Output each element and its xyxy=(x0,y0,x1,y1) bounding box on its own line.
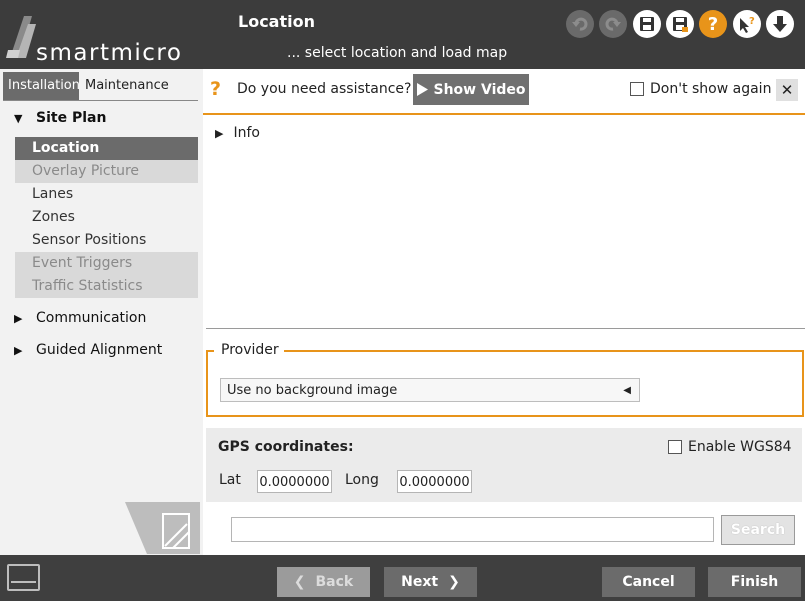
download-button[interactable] xyxy=(766,10,794,38)
page-title: Location xyxy=(238,12,315,31)
chevron-right-icon: ❯ xyxy=(448,574,460,590)
redo-button[interactable] xyxy=(599,10,627,38)
close-assistance-button[interactable]: ✕ xyxy=(776,79,798,101)
download-icon xyxy=(773,16,787,32)
redo-icon xyxy=(605,17,621,31)
back-label: Back xyxy=(315,574,354,590)
nav-group-guided-alignment[interactable]: ▶ Guided Alignment xyxy=(14,342,162,358)
enable-wgs84-checkbox[interactable] xyxy=(668,440,682,454)
nav-group-label: Communication xyxy=(36,310,147,326)
chevron-right-icon: ▶ xyxy=(215,127,224,140)
context-help-icon: ? xyxy=(740,16,755,33)
nav-group-label: Site Plan xyxy=(36,110,107,126)
sidebar-item-event-triggers: Event Triggers xyxy=(15,252,198,275)
sidebar-item-overlay-picture: Overlay Picture xyxy=(15,160,198,183)
svg-text:?: ? xyxy=(749,16,755,27)
long-label: Long xyxy=(345,472,379,488)
dropdown-arrow-icon: ◀ xyxy=(623,385,631,396)
question-mark-icon: ? xyxy=(210,78,222,100)
tab-maintenance[interactable]: Maintenance xyxy=(80,72,174,100)
sidebar-item-lanes[interactable]: Lanes xyxy=(15,183,198,206)
chevron-left-icon: ❮ xyxy=(293,574,306,590)
search-button[interactable]: Search xyxy=(721,515,795,545)
info-label: Info xyxy=(233,125,260,141)
corner-decoration-icon xyxy=(125,502,200,554)
page-subtitle: ... select location and load map xyxy=(287,45,508,61)
save-as-button[interactable] xyxy=(666,10,694,38)
play-icon xyxy=(416,83,428,96)
long-input[interactable]: 0.0000000 xyxy=(397,470,472,493)
dont-show-again-option[interactable]: Don't show again xyxy=(630,81,771,97)
nav-group-site-plan[interactable]: ▼ Site Plan xyxy=(14,110,106,126)
chevron-right-icon: ▶ xyxy=(14,344,23,357)
footer-bar: ❮ Back Next ❯ Cancel Finish xyxy=(0,555,805,601)
sidebar-item-location[interactable]: Location xyxy=(15,137,198,160)
gps-title: GPS coordinates xyxy=(218,439,348,455)
dont-show-again-checkbox[interactable] xyxy=(630,82,644,96)
show-video-label: Show Video xyxy=(433,81,526,98)
info-expander[interactable]: ▶ Info xyxy=(215,125,260,141)
divider xyxy=(206,328,805,329)
provider-legend: Provider xyxy=(219,342,281,358)
enable-wgs84-option[interactable]: Enable WGS84 xyxy=(668,439,792,455)
finish-button[interactable]: Finish xyxy=(708,567,801,597)
provider-selected-value: Use no background image xyxy=(227,383,398,398)
provider-select[interactable]: Use no background image ◀ xyxy=(220,378,640,402)
save-as-icon xyxy=(673,17,688,32)
sidebar-item-zones[interactable]: Zones xyxy=(15,206,198,229)
undo-button[interactable] xyxy=(566,10,594,38)
show-video-button[interactable]: Show Video xyxy=(413,74,529,105)
next-button[interactable]: Next ❯ xyxy=(384,567,477,597)
cancel-button[interactable]: Cancel xyxy=(602,567,695,597)
save-button[interactable] xyxy=(633,10,661,38)
undo-icon xyxy=(572,17,588,31)
lat-input[interactable]: 0.0000000 xyxy=(257,470,332,493)
nav-group-label: Guided Alignment xyxy=(36,342,163,358)
dont-show-again-label: Don't show again xyxy=(650,81,772,97)
smartmicro-logo: smartmicro xyxy=(6,10,202,66)
back-button[interactable]: ❮ Back xyxy=(277,567,370,597)
context-help-button[interactable]: ? xyxy=(733,10,761,38)
main-panel: ? Do you need assistance? Show Video Don… xyxy=(203,69,805,555)
brand-name: smartmicro xyxy=(36,40,183,66)
help-icon: ? xyxy=(707,13,719,35)
search-input[interactable] xyxy=(231,517,714,542)
chevron-right-icon: ▶ xyxy=(14,312,23,325)
app-header: smartmicro Location ... select location … xyxy=(0,0,805,69)
gps-colon: : xyxy=(348,439,354,455)
tab-installation[interactable]: Installation xyxy=(3,72,80,100)
close-icon: ✕ xyxy=(780,81,794,99)
sidebar: Installation Maintenance ▼ Site Plan Loca… xyxy=(0,69,203,555)
enable-wgs84-label: Enable WGS84 xyxy=(688,439,792,455)
gps-coordinates-panel: GPS coordinates : Enable WGS84 Lat 0.000… xyxy=(206,428,802,502)
chevron-down-icon: ▼ xyxy=(14,112,23,125)
help-button[interactable]: ? xyxy=(699,10,727,38)
toggle-sidebar-icon[interactable] xyxy=(7,564,40,591)
next-label: Next xyxy=(401,574,439,590)
sidebar-item-traffic-statistics: Traffic Statistics xyxy=(15,275,198,298)
sidebar-item-sensor-positions[interactable]: Sensor Positions xyxy=(15,229,198,252)
assistance-question: Do you need assistance? xyxy=(237,81,412,97)
nav-group-communication[interactable]: ▶ Communication xyxy=(14,310,146,326)
sidebar-tabs: Installation Maintenance xyxy=(3,72,198,101)
save-icon xyxy=(640,17,654,31)
assistance-bar: ? Do you need assistance? Show Video Don… xyxy=(203,69,805,115)
lat-label: Lat xyxy=(219,472,241,488)
